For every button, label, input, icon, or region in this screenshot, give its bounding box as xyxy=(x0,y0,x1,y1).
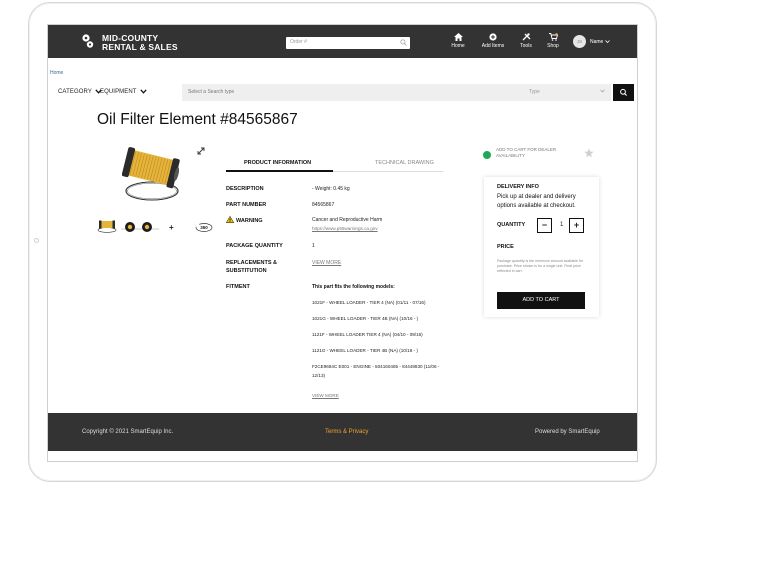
nav-shop-label: Shop xyxy=(547,43,559,49)
add-circle-icon xyxy=(489,33,497,41)
price-note: Package quantity is the minimum amount a… xyxy=(497,259,584,273)
footer: Copyright © 2021 SmartEquip Inc. Terms &… xyxy=(48,413,637,451)
product-image[interactable] xyxy=(122,147,182,203)
purchase-card: DELIVERY INFO Pick up at dealer and deli… xyxy=(484,177,599,317)
tablet-home-button xyxy=(34,238,39,243)
warning-label: WARNING xyxy=(236,218,263,224)
chevron-down-icon xyxy=(604,40,610,44)
chevron-down-icon xyxy=(600,89,605,93)
category-dropdown[interactable]: CATEGORY xyxy=(58,89,102,95)
footer-copyright: Copyright © 2021 SmartEquip Inc. xyxy=(82,429,174,435)
fitment-view-more-link[interactable]: VIEW MORE xyxy=(312,392,339,400)
search-icon[interactable] xyxy=(400,39,407,46)
user-name-label: Name xyxy=(590,39,604,45)
thumbnail-1[interactable] xyxy=(96,219,118,233)
rotate-360-icon[interactable]: 360 xyxy=(195,221,213,233)
app-screen: MID-COUNTY RENTAL & SALES Order # Home A… xyxy=(47,24,638,462)
search-type-placeholder: Select a Search type xyxy=(188,89,235,95)
fitment-label: FITMENT xyxy=(226,284,250,290)
expand-icon[interactable] xyxy=(197,147,205,155)
category-label: CATEGORY xyxy=(58,89,92,96)
more-images-plus-icon[interactable]: + xyxy=(169,223,174,232)
brand-logo[interactable]: MID-COUNTY RENTAL & SALES xyxy=(102,34,178,52)
favorite-star-icon[interactable] xyxy=(584,148,594,158)
fitment-model: 1121G - WHEEL LOADER - TIER 4B (NA) (10/… xyxy=(312,348,418,353)
replacements-label: REPLACEMENTS & SUBSTITUTION xyxy=(226,259,277,275)
part-number-value: 84565867 xyxy=(312,202,335,208)
product-tabs: PRODUCT INFORMATION TECHNICAL DRAWING xyxy=(226,158,443,172)
top-navigation-bar: MID-COUNTY RENTAL & SALES Order # Home A… xyxy=(48,25,637,58)
warning-value: Cancer and Reproductive Harm xyxy=(312,217,383,223)
replacements-label-line2: SUBSTITUTION xyxy=(226,268,267,274)
search-button[interactable] xyxy=(613,84,634,101)
nav-tools[interactable]: Tools xyxy=(513,33,539,49)
chevron-down-icon xyxy=(139,89,147,94)
footer-powered-by: Powered by SmartEquip xyxy=(535,429,600,435)
nav-tools-label: Tools xyxy=(520,43,532,49)
fitment-model: F2CE9684C E001 - ENGINE - 504160465 - 84… xyxy=(312,364,440,369)
fitment-model: 1021F - WHEEL LOADER - TIER 4 (NA) (01/1… xyxy=(312,300,426,305)
fitment-model: 12/13) xyxy=(312,373,326,378)
spin-360-label: 360 xyxy=(200,225,208,230)
tab-product-information[interactable]: PRODUCT INFORMATION xyxy=(244,160,311,166)
package-quantity-label: PACKAGE QUANTITY xyxy=(226,243,283,249)
tab-technical-drawing[interactable]: TECHNICAL DRAWING xyxy=(375,160,434,166)
fitment-heading: This part fits the following models: xyxy=(312,284,395,290)
part-number-label: PART NUMBER xyxy=(226,202,267,208)
delivery-info-text: Pick up at dealer and delivery options a… xyxy=(497,194,576,209)
warning-link[interactable]: https://www.p65warnings.ca.gov xyxy=(312,225,378,233)
footer-terms-link[interactable]: Terms & Privacy xyxy=(325,429,368,435)
quantity-decrease-button[interactable]: − xyxy=(537,218,552,233)
nav-home[interactable]: Home xyxy=(445,33,471,49)
user-avatar[interactable]: JS xyxy=(573,35,586,48)
search-type-input[interactable]: Select a Search type Type xyxy=(182,84,611,101)
gears-logo-icon xyxy=(82,34,94,48)
availability-status-dot xyxy=(483,151,491,159)
home-icon xyxy=(453,33,463,41)
delivery-info-heading: DELIVERY INFO xyxy=(497,184,539,190)
thumbnail-2[interactable] xyxy=(121,219,159,233)
price-label: PRICE xyxy=(497,244,514,250)
type-select[interactable]: Type xyxy=(529,89,540,95)
equipment-dropdown[interactable]: EQUIPMENT xyxy=(100,89,147,95)
warning-label-row: WARNING xyxy=(226,216,263,225)
warning-icon xyxy=(226,216,234,223)
nav-add-items-label: Add Items xyxy=(481,43,505,49)
quantity-value[interactable]: 1 xyxy=(560,222,563,228)
page-title: Oil Filter Element #84565867 xyxy=(97,111,298,128)
add-to-cart-button[interactable]: ADD TO CART xyxy=(497,292,585,309)
search-icon xyxy=(620,88,627,96)
replacements-view-more-link[interactable]: VIEW MORE xyxy=(312,259,341,267)
replacements-label-line1: REPLACEMENTS & xyxy=(226,260,278,266)
availability-text: ADD TO CART FOR DEALER AVAILABILITY xyxy=(496,147,557,158)
quantity-label: QUANTITY xyxy=(497,222,526,228)
active-tab-indicator xyxy=(226,170,333,172)
nav-home-label: Home xyxy=(451,43,465,49)
search-placeholder: Order # xyxy=(290,39,307,45)
package-quantity-value: 1 xyxy=(312,243,315,249)
fitment-model: 1121F - WHEEL LOADER TIER 4 (NA) (04/10 … xyxy=(312,332,423,337)
brand-name-line2: RENTAL & SALES xyxy=(102,42,178,52)
user-menu[interactable]: Name xyxy=(590,39,610,45)
tools-icon xyxy=(522,33,530,41)
fitment-model: 1021G - WHEEL LOADER - TIER 4B (NA) (10/… xyxy=(312,316,419,321)
order-search-input[interactable]: Order # xyxy=(286,37,410,49)
breadcrumb[interactable]: Home xyxy=(50,70,63,76)
nav-shop[interactable]: Shop xyxy=(540,33,566,49)
filter-bar: CATEGORY EQUIPMENT Select a Search type … xyxy=(48,83,637,103)
description-value: - Weight: 0.45 kg xyxy=(312,186,350,192)
equipment-label: EQUIPMENT xyxy=(100,89,137,96)
description-label: DESCRIPTION xyxy=(226,186,264,192)
nav-add-items[interactable]: Add Items xyxy=(478,33,508,49)
cart-icon xyxy=(548,33,558,41)
quantity-increase-button[interactable]: + xyxy=(569,218,584,233)
